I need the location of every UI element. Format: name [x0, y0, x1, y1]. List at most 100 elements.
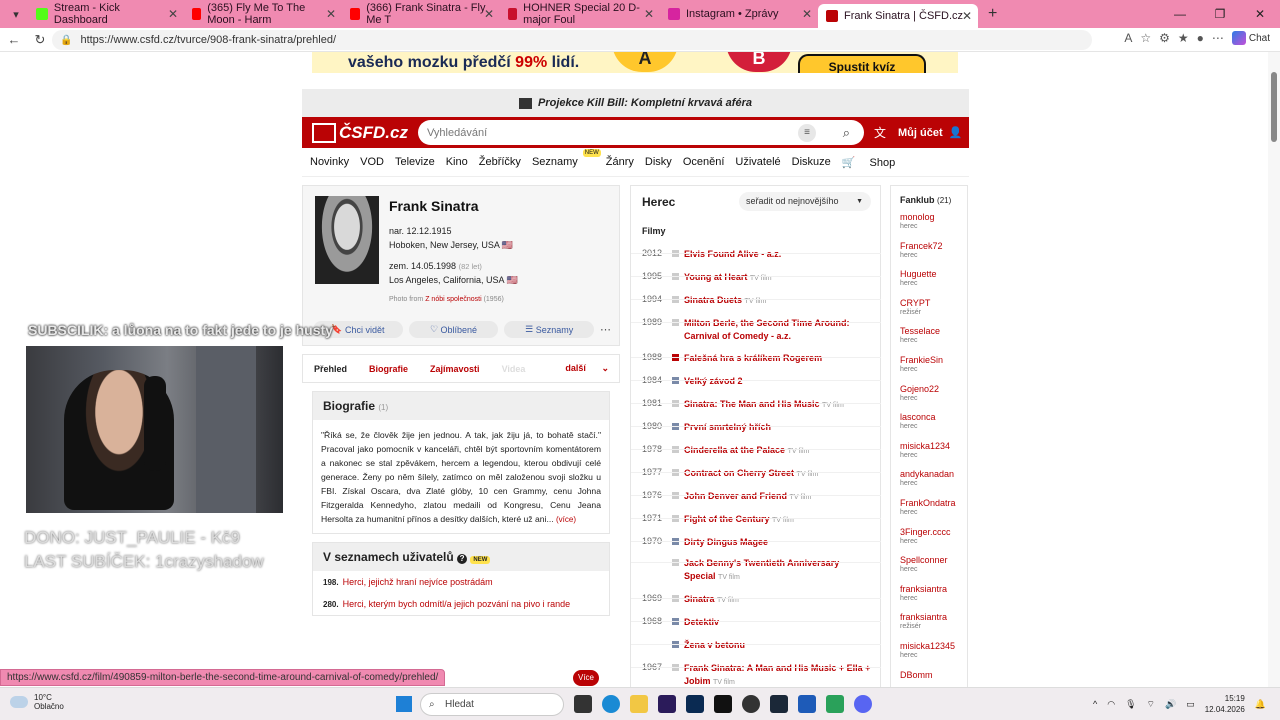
menu-item[interactable]: Televize: [395, 156, 435, 168]
fan-item[interactable]: Spellconner herec: [900, 555, 948, 573]
film-title[interactable]: Young at Heart TV film: [684, 271, 872, 285]
more-icon[interactable]: ⋯: [1212, 31, 1224, 45]
fan-item[interactable]: franksiantra herec: [900, 584, 947, 602]
close-icon[interactable]: ✕: [644, 7, 654, 21]
notepad-icon[interactable]: [826, 695, 844, 713]
favorite-icon[interactable]: ☆: [1140, 31, 1151, 45]
menu-item[interactable]: Ocenění: [683, 156, 725, 168]
file-explorer-icon[interactable]: [630, 695, 648, 713]
fan-name[interactable]: Tesselace: [900, 326, 940, 336]
extensions-icon[interactable]: ⚙: [1159, 31, 1170, 45]
film-title[interactable]: Velký závod 2: [684, 375, 872, 389]
list-item[interactable]: 198. Herci, jejichž hraní nejvíce postrád…: [313, 571, 609, 593]
promo-banner[interactable]: Projekce Kill Bill: Kompletní krvavá afé…: [302, 89, 969, 117]
fan-name[interactable]: Spellconner: [900, 555, 948, 565]
film-title[interactable]: Sinatra: The Man and His Music TV film: [684, 398, 872, 412]
new-tab-button[interactable]: +: [988, 5, 997, 23]
filter-icon[interactable]: ≡: [798, 123, 816, 142]
favorite-button[interactable]: ♡ Oblíbené: [408, 321, 499, 338]
close-icon[interactable]: ✕: [326, 7, 336, 21]
ad-banner[interactable]: vašeho mozku předčí 99% lidí. A B Spusti…: [312, 52, 958, 73]
photo-source-link[interactable]: Z nóbi společnosti: [425, 296, 481, 303]
task-view-icon[interactable]: [574, 695, 592, 713]
battery-icon[interactable]: ▭: [1186, 699, 1195, 710]
fan-item[interactable]: misicka12345 herec: [900, 641, 955, 659]
mic-icon[interactable]: 🎙: [1125, 699, 1136, 710]
menu-item[interactable]: VOD: [360, 156, 384, 168]
film-title[interactable]: Contract on Cherry Street TV film: [684, 467, 872, 481]
browser-tab[interactable]: Instagram • Zprávy ✕: [660, 1, 818, 27]
browser-tab[interactable]: (366) Frank Sinatra - Fly Me T ✕: [342, 1, 500, 27]
maximize-icon[interactable]: ❐: [1200, 7, 1240, 21]
account-button[interactable]: Můj účet 👤: [898, 126, 962, 140]
fan-item[interactable]: andykanadan herec: [900, 469, 954, 487]
menu-item[interactable]: Disky: [645, 156, 672, 168]
translate-icon[interactable]: 文: [874, 124, 886, 141]
sort-select[interactable]: seřadit od nejnovějšího ▼: [739, 192, 871, 211]
close-icon[interactable]: ✕: [484, 7, 494, 21]
film-title[interactable]: Žena v betonu: [684, 639, 872, 653]
portrait-photo[interactable]: [315, 196, 379, 284]
close-icon[interactable]: ✕: [962, 9, 972, 23]
fan-name[interactable]: Francek72: [900, 241, 943, 251]
browser-tab[interactable]: Stream - Kick Dashboard ✕: [28, 1, 184, 27]
wifi-icon[interactable]: ⌔: [1147, 699, 1155, 710]
menu-item[interactable]: Žánry: [606, 156, 634, 168]
film-title[interactable]: Fight of the Century TV film: [684, 513, 872, 527]
word-icon[interactable]: [798, 695, 816, 713]
ad-quiz-button[interactable]: Spustit kvíz: [798, 54, 926, 73]
discord-icon[interactable]: [854, 695, 872, 713]
film-title[interactable]: Frank Sinatra: A Man and His Music + Ell…: [684, 662, 872, 687]
scrollbar-thumb[interactable]: [1271, 72, 1277, 142]
help-icon[interactable]: ?: [457, 554, 468, 564]
fan-item[interactable]: 3Finger.cccc herec: [900, 527, 951, 545]
fan-item[interactable]: FrankOndatra herec: [900, 498, 956, 516]
csfd-logo[interactable]: ČSFD.cz: [312, 122, 408, 143]
film-title[interactable]: Sinatra TV film: [684, 593, 872, 607]
fan-name[interactable]: FrankieSin: [900, 355, 943, 365]
fan-name[interactable]: franksiantra: [900, 584, 947, 594]
profile-icon[interactable]: ●: [1197, 31, 1204, 45]
film-title[interactable]: První smrtelný hřích: [684, 421, 872, 435]
fan-name[interactable]: DBomm: [900, 670, 933, 680]
fan-name[interactable]: andykanadan: [900, 469, 954, 479]
tab-actions-menu[interactable]: ▾: [4, 4, 28, 24]
browser-tab[interactable]: (365) Fly Me To The Moon - Harm ✕: [184, 1, 342, 27]
fan-name[interactable]: Gojeno22: [900, 384, 939, 394]
chevron-up-icon[interactable]: ^: [1093, 699, 1097, 709]
volume-icon[interactable]: 🔊: [1165, 699, 1176, 710]
menu-item-seznamy[interactable]: Seznamy NEW: [532, 149, 601, 168]
biography-more-link[interactable]: (více): [556, 515, 576, 524]
tabs-more-button[interactable]: další ⌄: [554, 363, 611, 374]
url-field[interactable]: 🔒 https://www.csfd.cz/tvurce/908-frank-s…: [52, 30, 1092, 50]
film-title[interactable]: Cinderella at the Palace TV film: [684, 444, 872, 458]
fan-name[interactable]: monolog: [900, 212, 935, 222]
menu-item[interactable]: Novinky: [310, 156, 349, 168]
fan-name[interactable]: Huguette: [900, 269, 937, 279]
menu-item-shop[interactable]: 🛒 Shop: [842, 156, 906, 169]
clock[interactable]: 15:19 12.04.2026: [1205, 693, 1245, 715]
fan-item[interactable]: Gojeno22 herec: [900, 384, 939, 402]
edge-icon[interactable]: [602, 695, 620, 713]
fan-item[interactable]: franksiantra režisér: [900, 612, 947, 630]
obs-icon[interactable]: [742, 695, 760, 713]
fan-item[interactable]: lasconca herec: [900, 412, 936, 430]
menu-item[interactable]: Žebříčky: [479, 156, 521, 168]
close-window-icon[interactable]: ✕: [1240, 7, 1280, 21]
tab-zajimavosti[interactable]: Zajímavosti: [430, 364, 480, 374]
windows-start-icon[interactable]: [396, 696, 412, 712]
page-scrollbar[interactable]: [1268, 52, 1280, 687]
capcut-icon[interactable]: [714, 695, 732, 713]
minimize-icon[interactable]: —: [1160, 7, 1200, 21]
fan-item[interactable]: monolog herec: [900, 212, 935, 230]
favorites-bar-icon[interactable]: ★: [1178, 31, 1189, 45]
fan-item[interactable]: Tesselace herec: [900, 326, 940, 344]
film-title[interactable]: Dirty Dingus Magee: [684, 536, 872, 550]
fan-name[interactable]: franksiantra: [900, 612, 947, 622]
notification-icon[interactable]: 🔔: [1255, 699, 1266, 710]
tab-prehled[interactable]: Přehled: [314, 364, 347, 374]
lists-button[interactable]: ☰ Seznamy: [504, 321, 595, 338]
menu-item[interactable]: Uživatelé: [735, 156, 780, 168]
fan-item[interactable]: CRYPT režisér: [900, 298, 930, 316]
browser-tab[interactable]: HOHNER Special 20 D-major Foul ✕: [500, 1, 660, 27]
